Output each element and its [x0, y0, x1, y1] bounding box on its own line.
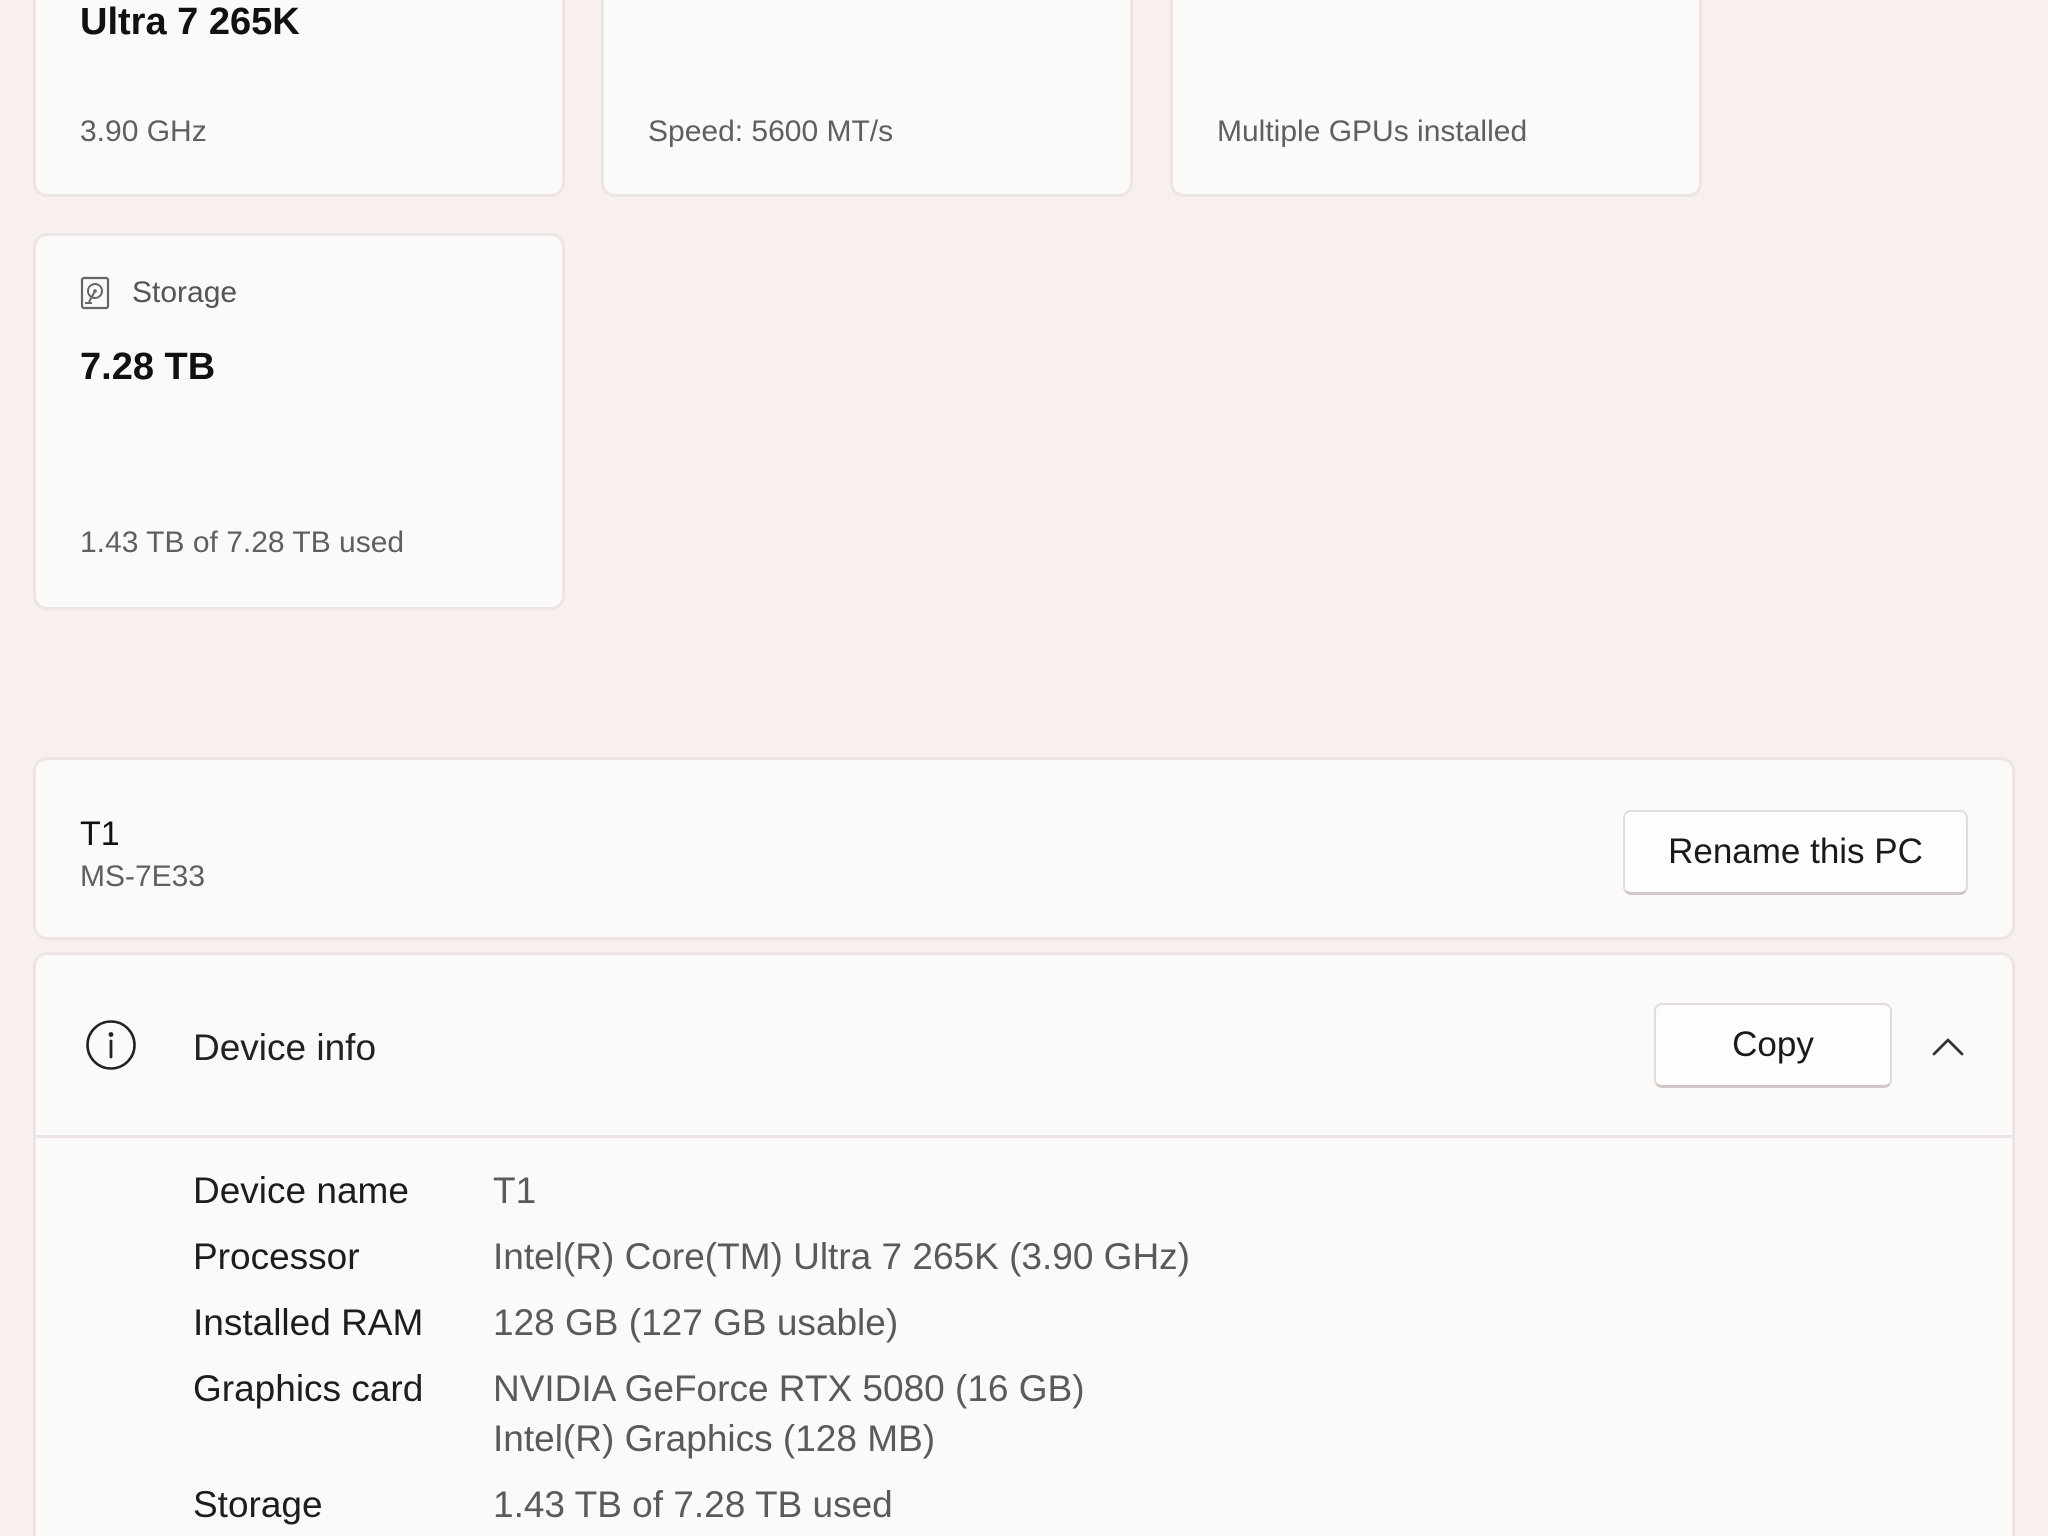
- copy-button[interactable]: Copy: [1654, 1003, 1892, 1088]
- device-name-label: Device name: [193, 1170, 409, 1211]
- device-info-section: Device info Copy Device name T1 Processo…: [33, 952, 2015, 1536]
- storage-value: 1.43 TB of 7.28 TB used: [493, 1484, 893, 1525]
- processor-speed: 3.90 GHz: [80, 115, 207, 148]
- graphics-card-card: Multiple GPUs installed: [1170, 0, 1702, 197]
- graphics-card-value-2: Intel(R) Graphics (128 MB): [493, 1418, 936, 1459]
- storage-card: Storage 7.28 TB 1.43 TB of 7.28 TB used: [33, 233, 565, 610]
- pc-name-card: T1 MS-7E33 Rename this PC: [33, 757, 2015, 940]
- storage-usage: 1.43 TB of 7.28 TB used: [80, 526, 405, 559]
- rename-pc-button[interactable]: Rename this PC: [1623, 810, 1968, 895]
- installed-ram-label: Installed RAM: [193, 1302, 424, 1343]
- processor-value: Intel(R) Core(TM) Ultra 7 265K (3.90 GHz…: [493, 1236, 1191, 1277]
- ram-card: Speed: 5600 MT/s: [601, 0, 1133, 197]
- settings-page: Ultra 7 265K 3.90 GHz Speed: 5600 MT/s M…: [0, 0, 2048, 1536]
- processor-value: Ultra 7 265K: [80, 1, 300, 43]
- chevron-up-icon[interactable]: [1928, 1029, 1968, 1063]
- storage-label: Storage: [193, 1484, 323, 1525]
- device-info-title: Device info: [193, 1027, 377, 1068]
- pc-model: MS-7E33: [80, 860, 206, 893]
- info-icon: [84, 1018, 138, 1072]
- storage-card-header: Storage: [80, 276, 237, 310]
- processor-label: Processor: [193, 1236, 360, 1277]
- storage-total: 7.28 TB: [80, 346, 216, 388]
- device-name-value: T1: [493, 1170, 537, 1211]
- hard-drive-icon: [80, 276, 110, 310]
- pc-name: T1: [80, 815, 120, 853]
- graphics-card-label: Graphics card: [193, 1368, 424, 1409]
- processor-card: Ultra 7 265K 3.90 GHz: [33, 0, 565, 197]
- installed-ram-value: 128 GB (127 GB usable): [493, 1302, 899, 1343]
- graphics-card-value: NVIDIA GeForce RTX 5080 (16 GB): [493, 1368, 1085, 1409]
- storage-card-title: Storage: [132, 276, 238, 309]
- ram-speed: Speed: 5600 MT/s: [648, 115, 894, 148]
- device-info-header[interactable]: Device info Copy: [36, 955, 2012, 1138]
- graphics-status: Multiple GPUs installed: [1217, 115, 1528, 148]
